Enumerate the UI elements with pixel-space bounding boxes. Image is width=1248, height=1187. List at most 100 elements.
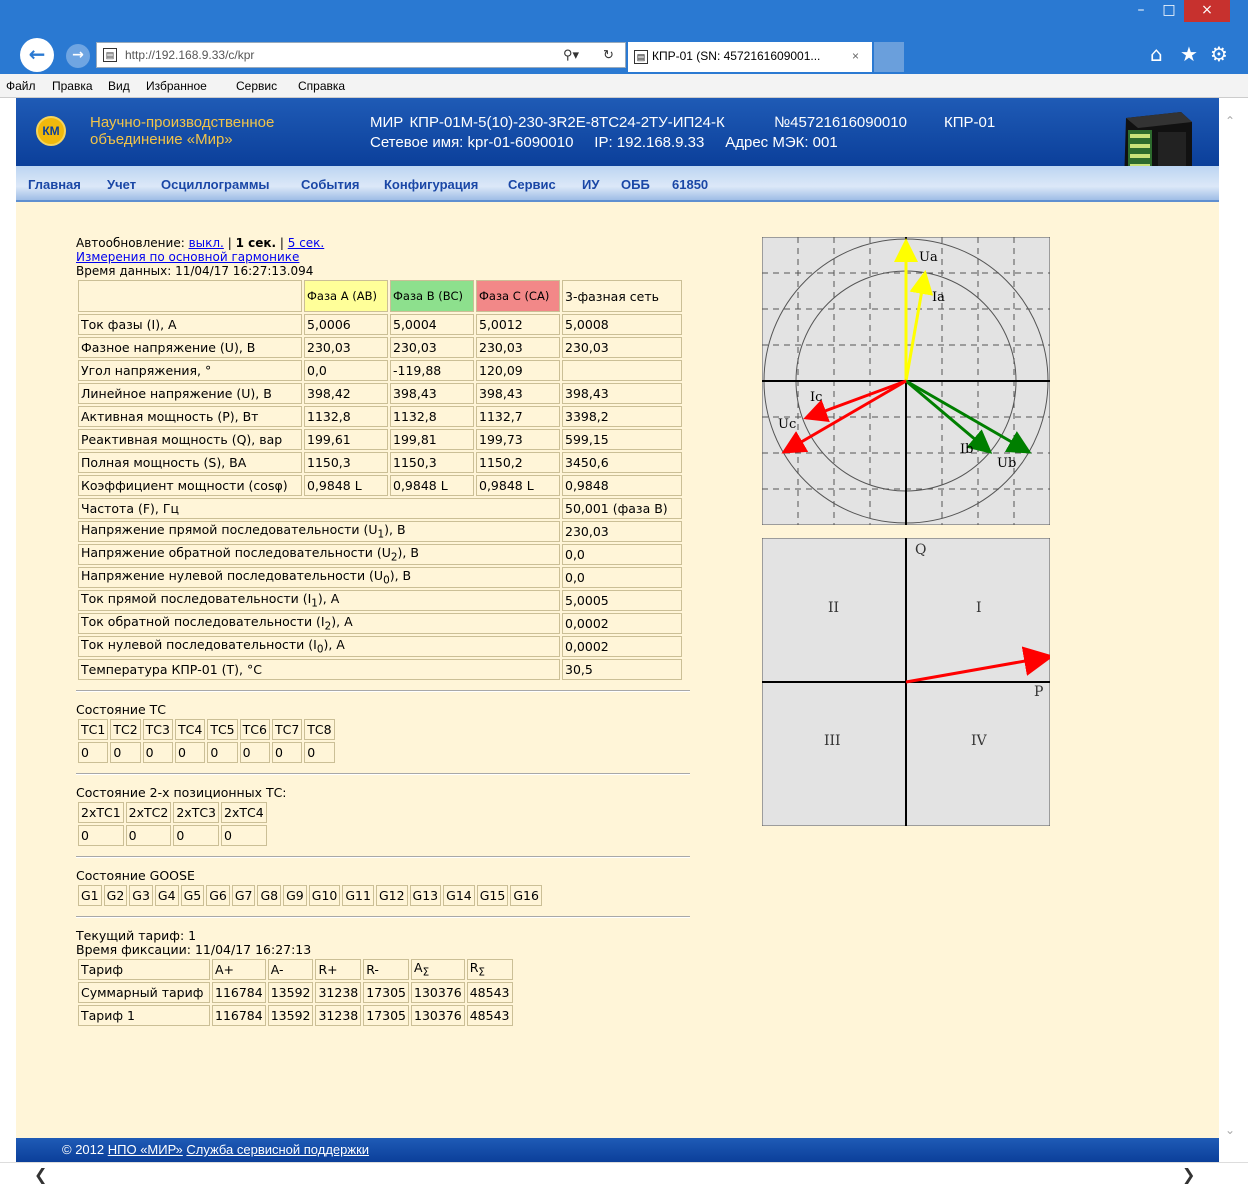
header-letter: A <box>414 960 423 976</box>
tc2-value: 0 <box>173 825 220 846</box>
main-content: Автообновление: выкл. | 1 сек. | 5 сек. … <box>76 236 716 1028</box>
tc-header: ТС8 <box>304 719 335 740</box>
nav-61850[interactable]: 61850 <box>672 177 708 192</box>
goose-cell: G7 <box>231 885 256 906</box>
tc-header: ТС7 <box>271 719 303 740</box>
goose-cell: G5 <box>180 885 205 906</box>
goose-cell: G3 <box>129 885 153 906</box>
cell-total: 0,0002 <box>562 636 682 657</box>
tariff-header: RΣ <box>466 959 513 980</box>
tariff-cell: 130376 <box>411 1005 465 1026</box>
tariff-cell: 17305 <box>363 1005 410 1026</box>
back-button[interactable]: ← <box>20 38 54 72</box>
company-name-line2: объединение «Мир» <box>90 131 233 148</box>
refresh-icon[interactable]: ↻ <box>603 43 614 67</box>
cell-total: 599,15 <box>562 429 682 450</box>
scroll-up-icon[interactable]: ⌃ <box>1225 114 1235 128</box>
scroll-right-icon[interactable]: ❯ <box>1182 1165 1195 1184</box>
goose-cell: G6 <box>206 885 230 906</box>
cell-a: 0,0 <box>304 360 388 381</box>
table-row: Реактивная мощность (Q), вар 199,61 199,… <box>78 429 682 450</box>
label-ic: Ic <box>810 390 822 405</box>
harmonic-measurements-link[interactable]: Измерения по основной гармонике <box>76 250 299 264</box>
tc-header: ТС3 <box>142 719 173 740</box>
tariff-cell: 31238 <box>315 1005 362 1026</box>
iec-address: Адрес МЭК: 001 <box>725 134 838 151</box>
scroll-down-icon[interactable]: ⌄ <box>1225 1123 1235 1137</box>
tc-header: ТС4 <box>174 719 206 740</box>
maximize-button[interactable]: □ <box>1156 0 1182 22</box>
label-uc: Uc <box>778 417 796 432</box>
tc-value: 0 <box>271 742 303 763</box>
cell-c: 0,9848 L <box>476 475 560 496</box>
close-window-button[interactable]: × <box>1184 0 1230 22</box>
menu-view[interactable]: Вид <box>108 74 130 98</box>
home-icon[interactable]: ⌂ <box>1150 42 1163 66</box>
company-name: Научно-производственное объединение «Мир… <box>90 114 330 148</box>
data-time: Время данных: 11/04/17 16:27:13.094 <box>76 264 314 278</box>
autoupdate-5sec-link[interactable]: 5 сек. <box>288 236 325 250</box>
quadrant-ii-label: II <box>828 600 839 616</box>
gear-icon[interactable]: ⚙ <box>1210 42 1228 66</box>
cell-b: 230,03 <box>390 337 474 358</box>
cell-b: 199,81 <box>390 429 474 450</box>
tariff-cell: Суммарный тариф <box>78 982 210 1003</box>
device-serial: №45721616090010 <box>774 114 907 131</box>
header-phase-a: Фаза A (AB) <box>304 280 388 312</box>
site-favicon-icon: ▤ <box>103 48 117 62</box>
tab-close-icon[interactable]: × <box>852 42 859 70</box>
scroll-left-icon[interactable]: ❮ <box>34 1165 47 1184</box>
menu-edit[interactable]: Правка <box>52 74 93 98</box>
tc-value: 0 <box>78 742 109 763</box>
support-link[interactable]: Служба сервисной поддержки <box>186 1142 369 1157</box>
forward-button[interactable]: → <box>66 44 90 68</box>
tariff-table: Тариф A+ A- R+ R- AΣ RΣ Суммарный тариф … <box>76 957 515 1028</box>
tc-value: 0 <box>239 742 270 763</box>
company-logo[interactable]: КМ <box>36 116 66 146</box>
nav-obb[interactable]: ОББ <box>621 177 650 192</box>
new-tab-button[interactable] <box>874 42 904 72</box>
autoupdate-off-link[interactable]: выкл. <box>189 236 224 250</box>
company-link[interactable]: НПО «МИР» <box>108 1142 183 1157</box>
cell-a: 5,0006 <box>304 314 388 335</box>
goose-cell: G8 <box>257 885 282 906</box>
company-name-line1: Научно-производственное <box>90 114 275 131</box>
quadrant-iii-label: III <box>824 733 841 749</box>
browser-tab[interactable]: ▤ КПР-01 (SN: 4572161609001... × <box>628 42 872 72</box>
menu-help[interactable]: Справка <box>298 74 345 98</box>
nav-accounting[interactable]: Учет <box>107 177 136 192</box>
nav-main[interactable]: Главная <box>28 177 81 192</box>
minimize-button[interactable]: – <box>1128 0 1154 22</box>
nav-iu[interactable]: ИУ <box>582 177 599 192</box>
browser-chrome: – □ × ← → ▤ http://192.168.9.33/c/kpr ⚲▾… <box>0 0 1248 98</box>
menu-tools[interactable]: Сервис <box>236 74 277 98</box>
table-row: Ток нулевой последовательности (I0), А 0… <box>78 636 682 657</box>
cell-a: 199,61 <box>304 429 388 450</box>
menu-file[interactable]: Файл <box>6 74 36 98</box>
nav-oscillograms[interactable]: Осциллограммы <box>161 177 270 192</box>
cell-a: 1132,8 <box>304 406 388 427</box>
goose-title: Состояние GOOSE <box>76 868 195 883</box>
row-label: Частота (F), Гц <box>78 498 560 519</box>
favorites-star-icon[interactable]: ★ <box>1180 42 1198 66</box>
goose-cell: G12 <box>375 885 408 906</box>
tariff-header: R- <box>363 959 410 980</box>
address-url[interactable]: http://192.168.9.33/c/kpr <box>125 43 254 67</box>
table-row: Фазное напряжение (U), В 230,03 230,03 2… <box>78 337 682 358</box>
horizontal-scrollbar[interactable]: ❮ ❯ <box>0 1162 1248 1187</box>
table-row: Тариф 1 116784 13592 31238 17305 130376 … <box>78 1005 513 1026</box>
menu-favorites[interactable]: Избранное <box>146 74 207 98</box>
table-row: Полная мощность (S), ВА 1150,3 1150,3 11… <box>78 452 682 473</box>
search-icon[interactable]: ⚲▾ <box>563 43 579 67</box>
nav-configuration[interactable]: Конфигурация <box>384 177 478 192</box>
window-titlebar: – □ × <box>0 0 1248 36</box>
vertical-scrollbar[interactable]: ⌃ ⌄ <box>1219 98 1248 1162</box>
table-row: Ток обратной последовательности (I2), А … <box>78 613 682 634</box>
cell-a: 0,9848 L <box>304 475 388 496</box>
nav-events[interactable]: События <box>301 177 359 192</box>
cell-total: 230,03 <box>562 337 682 358</box>
tc-value: 0 <box>110 742 141 763</box>
address-bar[interactable]: ▤ http://192.168.9.33/c/kpr ⚲▾ ↻ <box>96 42 626 68</box>
nav-service[interactable]: Сервис <box>508 177 556 192</box>
table-row: Коэффициент мощности (cosφ) 0,9848 L 0,9… <box>78 475 682 496</box>
